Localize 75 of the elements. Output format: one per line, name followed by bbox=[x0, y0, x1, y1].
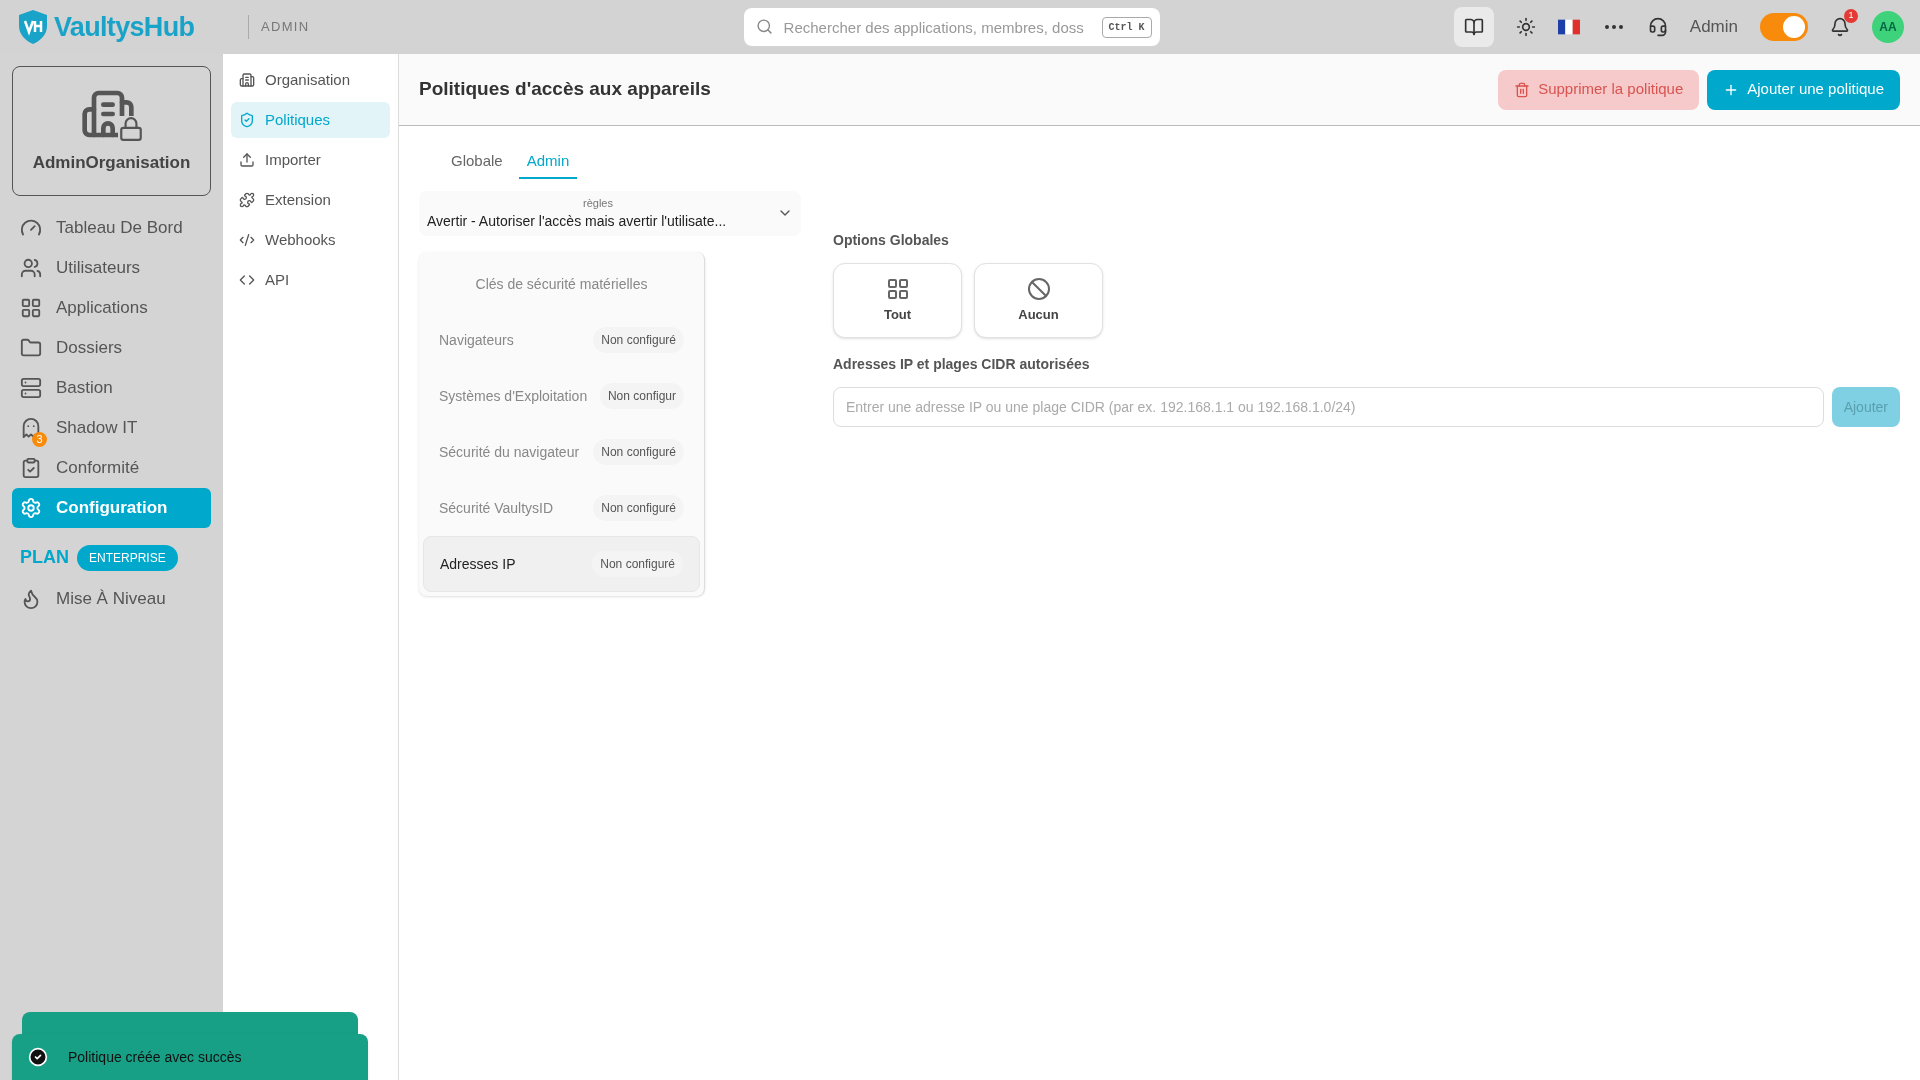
status-badge: Non configuré bbox=[593, 495, 684, 521]
status-badge: Non configur bbox=[599, 383, 684, 409]
upload-icon bbox=[239, 152, 255, 168]
grid-icon bbox=[20, 297, 42, 319]
trash-icon bbox=[1514, 81, 1531, 98]
status-badge: Non configuré bbox=[593, 439, 684, 465]
settings-nav-item[interactable]: Importer bbox=[231, 142, 390, 178]
upgrade-link[interactable]: Mise À Niveau bbox=[12, 579, 211, 619]
category-item[interactable]: Adresses IP Non configuré bbox=[423, 536, 700, 592]
add-policy-button[interactable]: Ajouter une politique bbox=[1707, 69, 1900, 110]
ip-input-field[interactable]: Entrer une adresse IP ou une plage CIDR (par ex. 192.168.1.1 ou 192.168.1.0/24) bbox=[833, 387, 1824, 427]
puzzle-icon bbox=[239, 192, 255, 208]
sidebar-item[interactable]: Applications bbox=[12, 288, 211, 328]
sidebar-item[interactable]: Conformité bbox=[12, 448, 211, 488]
category-item[interactable]: Navigateurs Non configuré bbox=[423, 312, 700, 368]
notification-icon[interactable] bbox=[1830, 17, 1850, 37]
brand-name: VaultysHub bbox=[54, 10, 195, 44]
status-badge: Non configuré bbox=[592, 551, 683, 577]
mode-toggle[interactable] bbox=[1760, 13, 1808, 41]
shield-logo-icon bbox=[16, 8, 50, 46]
headset-icon[interactable] bbox=[1647, 17, 1668, 37]
user-avatar[interactable]: AA bbox=[1872, 11, 1904, 43]
settings-nav-item[interactable]: API bbox=[231, 262, 390, 298]
folder-icon bbox=[20, 337, 42, 359]
sidebar-item[interactable]: Tableau De Bord bbox=[12, 208, 211, 248]
shortcut-key: Ctrl K bbox=[1101, 17, 1152, 38]
organization-name: AdminOrganisation bbox=[32, 152, 191, 175]
docs-button[interactable] bbox=[1453, 7, 1494, 47]
settings-icon bbox=[20, 497, 42, 519]
delete-policy-button[interactable]: Supprimer la politique bbox=[1498, 69, 1700, 110]
option-card[interactable]: Aucun bbox=[974, 263, 1103, 338]
users-icon bbox=[20, 257, 42, 279]
user-role-label: Admin bbox=[1689, 16, 1738, 39]
search-icon bbox=[755, 18, 773, 35]
server-icon bbox=[20, 377, 42, 399]
section-title: Options Globales bbox=[833, 231, 950, 250]
page-title: Politiques d'accès aux appareils bbox=[419, 77, 712, 102]
code-icon bbox=[239, 272, 255, 288]
check-icon bbox=[28, 1047, 48, 1067]
book-icon bbox=[1463, 17, 1484, 37]
clipboard-icon bbox=[20, 457, 42, 479]
plan-label: PLAN bbox=[20, 546, 69, 569]
shield-icon bbox=[239, 112, 255, 128]
notification-badge: 1 bbox=[1844, 9, 1858, 23]
section-title: Adresses IP et plages CIDR autorisées bbox=[833, 355, 1091, 374]
sidebar-item[interactable]: Utilisateurs bbox=[12, 248, 211, 288]
count-badge: 3 bbox=[32, 432, 47, 447]
settings-nav-item[interactable]: Organisation bbox=[231, 62, 390, 98]
sidebar-item[interactable]: Dossiers bbox=[12, 328, 211, 368]
tab[interactable]: Admin bbox=[518, 150, 578, 179]
section-label: ADMIN bbox=[261, 18, 310, 37]
sidebar-item[interactable]: 3 Shadow IT bbox=[12, 408, 211, 448]
building-icon bbox=[239, 72, 255, 88]
code-icon bbox=[239, 232, 255, 248]
settings-nav-item[interactable]: Extension bbox=[231, 182, 390, 218]
category-item[interactable]: Systèmes d'Exploitation Non configur bbox=[423, 368, 700, 424]
select-value: Avertir - Autoriser l'accès mais avertir l'utilisate... bbox=[427, 212, 727, 231]
category-item[interactable]: Clés de sécurité matérielles bbox=[423, 256, 700, 312]
theme-icon[interactable] bbox=[1515, 17, 1536, 37]
organization-card[interactable]: AdminOrganisation bbox=[12, 66, 211, 196]
sidebar-item[interactable]: Configuration bbox=[12, 488, 211, 528]
option-card[interactable]: Tout bbox=[833, 263, 962, 338]
plan-tier-badge: ENTERPRISE bbox=[77, 544, 178, 571]
select-label: règles bbox=[583, 195, 613, 211]
grid-icon bbox=[885, 276, 910, 301]
status-badge: Non configuré bbox=[593, 327, 684, 353]
rule-select[interactable]: règles Avertir - Autoriser l'accès mais avertir l'utilisate... bbox=[419, 190, 801, 236]
toast-message: Politique créée avec succès bbox=[68, 1047, 242, 1067]
flag-icon[interactable] bbox=[1557, 19, 1580, 35]
tab[interactable]: Globale bbox=[443, 150, 511, 179]
prohibited-icon bbox=[1026, 276, 1051, 301]
sidebar-item[interactable]: Bastion bbox=[12, 368, 211, 408]
category-item[interactable]: Sécurité du navigateur Non configuré bbox=[423, 424, 700, 480]
settings-nav-item[interactable]: Webhooks bbox=[231, 222, 390, 258]
category-item[interactable]: Sécurité VaultysID Non configuré bbox=[423, 480, 700, 536]
